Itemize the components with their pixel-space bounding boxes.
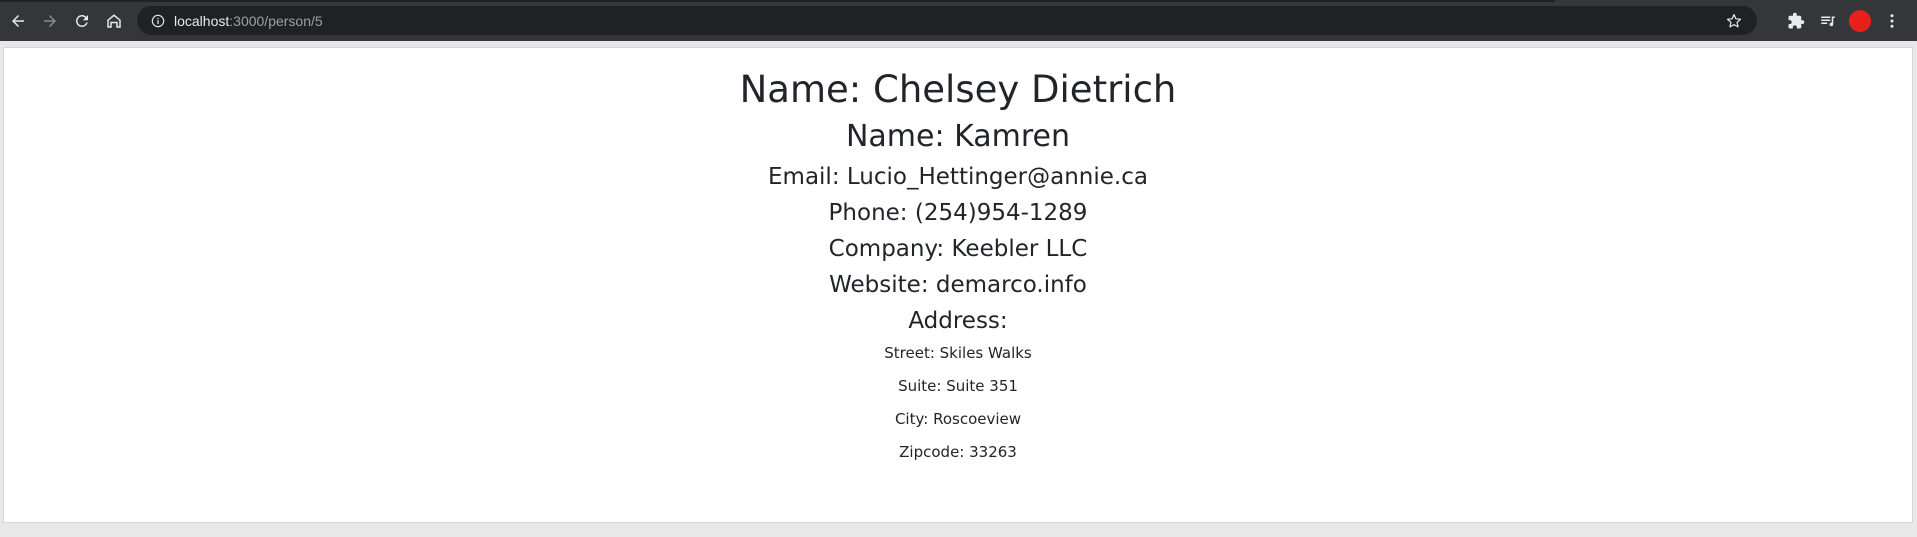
address-city: City: Roscoeview [894,410,1022,428]
avatar[interactable] [1844,5,1876,37]
media-playlist-icon[interactable] [1812,5,1844,37]
url-host: localhost [174,12,230,29]
person-website: Website: demarco.info [829,272,1087,298]
address-street: Street: Skiles Walks [884,344,1032,362]
address-suite: Suite: Suite 351 [898,377,1018,395]
home-icon[interactable] [98,5,130,37]
person-email: Email: Lucio_Hettinger@annie.ca [768,164,1148,190]
back-arrow-icon[interactable] [2,5,34,37]
reload-icon[interactable] [66,5,98,37]
toolbar-actions [1780,0,1908,41]
person-username-heading: Name: Kamren [845,119,1071,154]
forward-arrow-icon[interactable] [34,5,66,37]
address-bar[interactable]: localhost:3000/person/5 [137,6,1757,35]
star-icon[interactable] [1725,12,1743,30]
person-company: Company: Keebler LLC [828,236,1088,262]
page-viewport: Name: Chelsey Dietrich Name: Kamren Emai… [3,47,1913,523]
tab-strip-edge [0,0,1555,2]
address-heading: Address: [908,308,1008,334]
person-name-heading: Name: Chelsey Dietrich [739,68,1177,111]
browser-toolbar: localhost:3000/person/5 [0,0,1917,41]
url-text[interactable]: localhost:3000/person/5 [174,13,323,29]
url-path: :3000/person/5 [229,12,323,29]
person-details: Name: Chelsey Dietrich Name: Kamren Emai… [4,48,1912,462]
person-phone: Phone: (254)954-1289 [828,200,1088,226]
profile-avatar-circle [1849,9,1871,32]
kebab-menu-icon[interactable] [1876,5,1908,37]
site-info-icon[interactable] [150,13,166,29]
address-zipcode: Zipcode: 33263 [899,443,1017,461]
puzzle-icon[interactable] [1780,5,1812,37]
